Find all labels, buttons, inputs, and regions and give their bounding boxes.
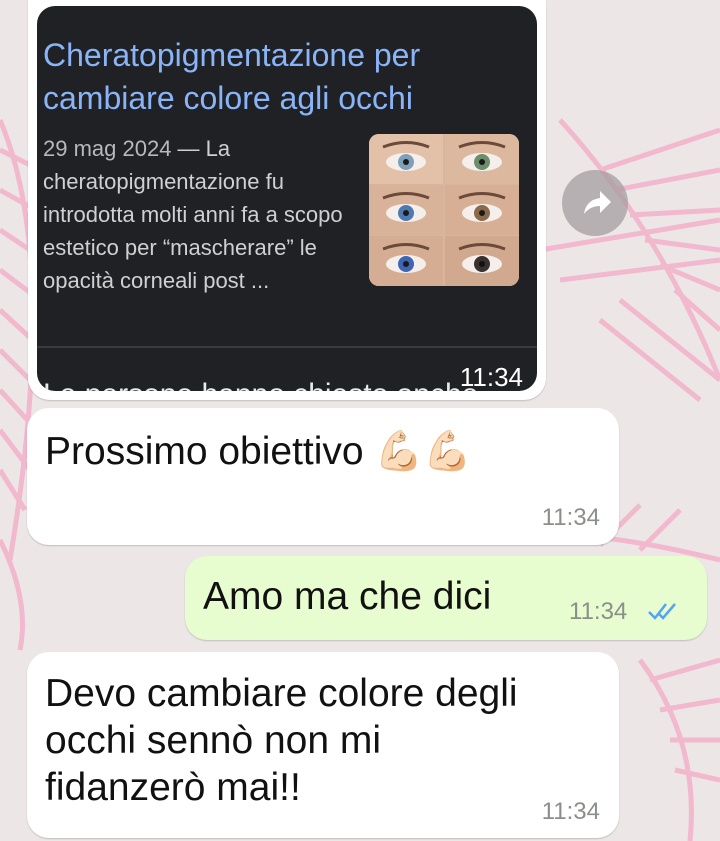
eyes-photo-grid-icon — [369, 134, 519, 286]
message-text: Prossimo obiettivo 💪🏻💪🏻 — [45, 430, 472, 473]
double-check-icon — [648, 603, 676, 620]
card-divider — [37, 346, 537, 348]
message-text: Devo cambiare colore degli occhi sennò n… — [45, 672, 518, 809]
message-text: Amo ma che dici — [203, 575, 492, 618]
incoming-message[interactable]: Devo cambiare colore degli occhi sennò n… — [27, 652, 619, 838]
message-time: 11:34 — [541, 798, 600, 825]
incoming-message[interactable]: Prossimo obiettivo 💪🏻💪🏻 11:34 — [27, 408, 619, 545]
link-date: 29 mag 2024 — [43, 136, 172, 161]
eyes-thumbnail-image[interactable] — [369, 134, 519, 286]
forward-button[interactable] — [562, 170, 628, 236]
link-snippet: 29 mag 2024 — La cheratopigmentazione fu… — [43, 132, 343, 297]
message-time: 11:34 — [459, 362, 523, 391]
forward-arrow-icon — [584, 191, 611, 214]
outgoing-message[interactable]: Amo ma che dici 11:34 — [185, 556, 707, 640]
link-preview-card[interactable]: Cheratopigmentazione per cambiare colore… — [37, 6, 537, 391]
message-time: 11:34 — [541, 504, 600, 531]
message-time: 11:34 — [569, 598, 628, 625]
link-title[interactable]: Cheratopigmentazione per cambiare colore… — [43, 34, 503, 120]
people-also-ask-text: Le persone hanno chiesto anche — [43, 378, 478, 391]
